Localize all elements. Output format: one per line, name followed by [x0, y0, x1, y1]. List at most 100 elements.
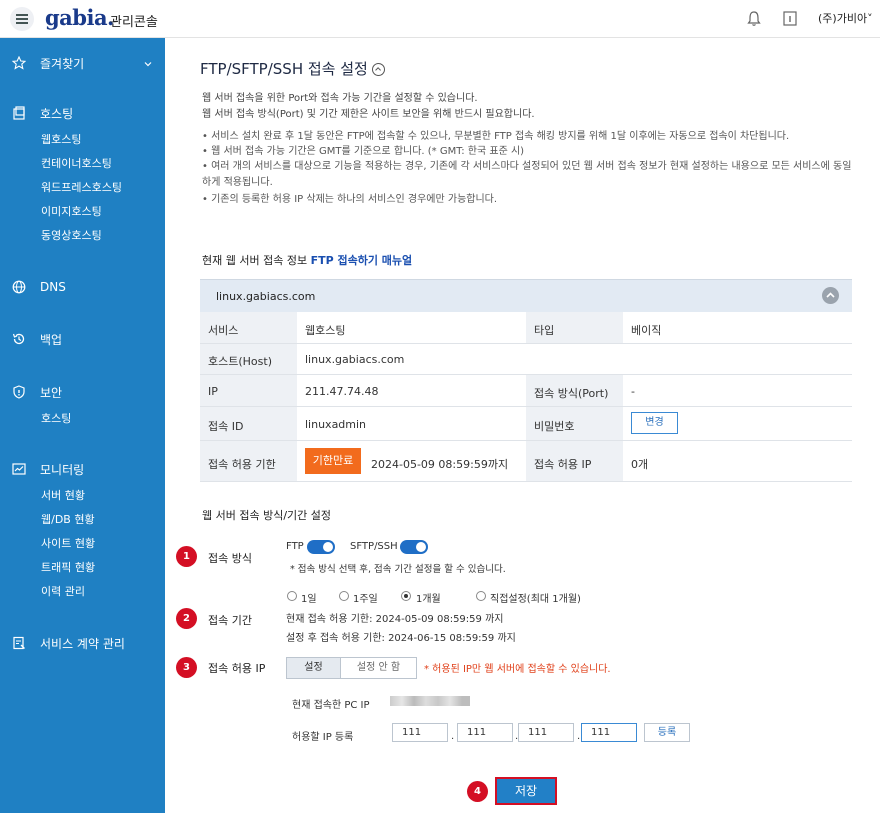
- top-bar: gabia. 관리콘솔 (주)가비아˅: [0, 0, 880, 38]
- period-option[interactable]: 직접설정(최대 1개월): [490, 590, 581, 605]
- ip-dot: .: [577, 731, 581, 742]
- step-badge: 3: [176, 657, 197, 678]
- table-label: 호스트(Host): [200, 344, 297, 375]
- sidebar-item-video-hosting[interactable]: 동영상호스팅: [41, 227, 102, 243]
- ip-octet-input[interactable]: 111: [581, 723, 637, 742]
- console-label: 관리콘솔: [110, 15, 158, 30]
- sidebar-item-dns[interactable]: DNS: [12, 279, 66, 295]
- globe-icon: [12, 280, 26, 294]
- host-header: linux.gabiacs.com: [200, 279, 852, 312]
- table-value: -: [623, 375, 852, 407]
- sidebar-section-label: 보안: [40, 385, 63, 400]
- notice-bullet: 하게 적용됩니다.: [202, 177, 273, 188]
- backup-icon: [12, 333, 25, 345]
- collapse-icon[interactable]: [822, 287, 839, 304]
- chevron-down-icon[interactable]: [144, 60, 152, 68]
- ftp-toggle[interactable]: [307, 540, 335, 554]
- current-pc-ip-label: 현재 접속한 PC IP: [292, 700, 370, 711]
- notice-icon[interactable]: [782, 10, 798, 27]
- change-password-button[interactable]: 변경: [631, 412, 678, 434]
- period-radio-1week[interactable]: [339, 591, 349, 601]
- current-period: 현재 접속 허용 기한: 2024-05-09 08:59:59 까지: [286, 614, 504, 625]
- ftp-label: FTP: [286, 541, 304, 552]
- period-radio-1day[interactable]: [287, 591, 297, 601]
- ip-octet-input[interactable]: 111: [518, 723, 574, 742]
- table-label: 접속 허용 IP: [526, 441, 623, 482]
- collapse-icon[interactable]: [371, 63, 385, 76]
- table-label: 접속 방식(Port): [526, 375, 623, 407]
- table-value: 211.47.74.48: [297, 375, 526, 407]
- sidebar-section-label: 서비스 계약 관리: [40, 636, 125, 651]
- method-label: 접속 방식: [208, 552, 252, 565]
- save-button[interactable]: 저장: [495, 777, 557, 805]
- sidebar-item-backup[interactable]: 백업: [12, 331, 62, 347]
- ip-label: 접속 허용 IP: [208, 662, 266, 675]
- sidebar-item-favorites[interactable]: 즐겨찾기: [12, 55, 84, 71]
- ip-dot: .: [451, 731, 455, 742]
- host-name: linux.gabiacs.com: [216, 290, 316, 303]
- table-label: IP: [200, 375, 297, 407]
- table-value: linux.gabiacs.com: [297, 344, 852, 375]
- period-option[interactable]: 1주일: [353, 590, 378, 605]
- table-value: 베이직: [623, 312, 852, 344]
- period-option[interactable]: 1개월: [416, 590, 441, 605]
- bell-icon[interactable]: [746, 10, 762, 27]
- sidebar-item-security-hosting[interactable]: 호스팅: [41, 410, 71, 426]
- sidebar-item-server-status[interactable]: 서버 현황: [41, 487, 85, 503]
- sidebar-item-site-status[interactable]: 사이트 현황: [41, 535, 95, 551]
- table-label: 접속 ID: [200, 407, 297, 441]
- sidebar-item-monitoring[interactable]: 모니터링: [12, 461, 84, 477]
- ip-octet-input[interactable]: 111: [392, 723, 448, 742]
- sidebar-item-traffic-status[interactable]: 트래픽 현황: [41, 559, 95, 575]
- star-icon: [12, 56, 26, 70]
- menu-icon[interactable]: [10, 7, 34, 31]
- table-label: 비밀번호: [526, 407, 623, 441]
- sidebar-item-wordpress-hosting[interactable]: 워드프레스호스팅: [41, 179, 122, 195]
- period-label: 접속 기간: [208, 614, 252, 627]
- ip-octet-input[interactable]: 111: [457, 723, 513, 742]
- period-radio-1month[interactable]: [401, 591, 411, 601]
- monitor-icon: [12, 463, 26, 475]
- sidebar-item-hosting[interactable]: 호스팅: [12, 105, 73, 121]
- gabia-logo[interactable]: gabia.: [45, 5, 114, 30]
- sftp-label: SFTP/SSH: [350, 541, 398, 552]
- sidebar-item-web-hosting[interactable]: 웹호스팅: [41, 131, 81, 147]
- step-badge: 2: [176, 608, 197, 629]
- description-line: 웹 서버 접속을 위한 Port와 접속 가능 기간을 설정할 수 있습니다.: [202, 93, 478, 104]
- sidebar-section-label: 백업: [40, 332, 63, 347]
- period-radio-custom[interactable]: [476, 591, 486, 601]
- sidebar-section-label: 호스팅: [40, 106, 74, 121]
- register-ip-button[interactable]: 등록: [644, 723, 690, 742]
- ip-unset-button[interactable]: 설정 안 함: [340, 657, 417, 679]
- method-note: * 접속 방식 선택 후, 접속 기간 설정을 할 수 있습니다.: [290, 564, 506, 575]
- ip-set-button[interactable]: 설정: [286, 657, 341, 679]
- shield-icon: [13, 385, 25, 399]
- table-value: linuxadmin: [297, 407, 526, 441]
- table-label: 서비스: [200, 312, 297, 344]
- description-line: 웹 서버 접속 방식(Port) 및 기간 제한은 사이트 보안을 위해 반드시…: [202, 109, 535, 120]
- table-label: 접속 허용 기한: [200, 441, 297, 482]
- ip-note: * 허용된 IP만 웹 서버에 접속할 수 있습니다.: [424, 664, 611, 675]
- sidebar-item-container-hosting[interactable]: 컨테이너호스팅: [41, 155, 112, 171]
- notice-bullet: • 웹 서버 접속 가능 기간은 GMT를 기준으로 합니다. (* GMT: …: [202, 146, 525, 157]
- contract-icon: [13, 636, 25, 650]
- sidebar-item-image-hosting[interactable]: 이미지호스팅: [41, 203, 102, 219]
- masked-ip: [390, 696, 470, 706]
- sidebar-section-label: 즐겨찾기: [40, 56, 85, 71]
- notice-bullet: • 기존의 등록한 허용 IP 삭제는 하나의 서비스인 경우에만 가능합니다.: [202, 194, 498, 205]
- ftp-manual-link[interactable]: FTP 접속하기 매뉴얼: [311, 254, 413, 267]
- sidebar-section-label: 모니터링: [40, 462, 85, 477]
- sidebar-item-history[interactable]: 이력 관리: [41, 583, 85, 599]
- step-badge: 1: [176, 546, 197, 567]
- notice-bullet: • 서비스 설치 완료 후 1달 동안은 FTP에 접속할 수 있으나, 무분별…: [202, 131, 790, 142]
- table-label: 타입: [526, 312, 623, 344]
- sidebar-item-webdb-status[interactable]: 웹/DB 현황: [41, 511, 95, 527]
- sidebar-section-label: DNS: [40, 280, 66, 294]
- period-option[interactable]: 1일: [301, 590, 317, 605]
- sidebar-item-security[interactable]: 보안: [12, 384, 62, 400]
- after-period: 설정 후 접속 허용 기한: 2024-06-15 08:59:59 까지: [286, 633, 516, 644]
- sftp-toggle[interactable]: [400, 540, 428, 554]
- user-menu[interactable]: (주)가비아˅: [818, 10, 873, 26]
- sidebar-item-contract[interactable]: 서비스 계약 관리: [12, 635, 125, 651]
- step-badge: 4: [467, 781, 488, 802]
